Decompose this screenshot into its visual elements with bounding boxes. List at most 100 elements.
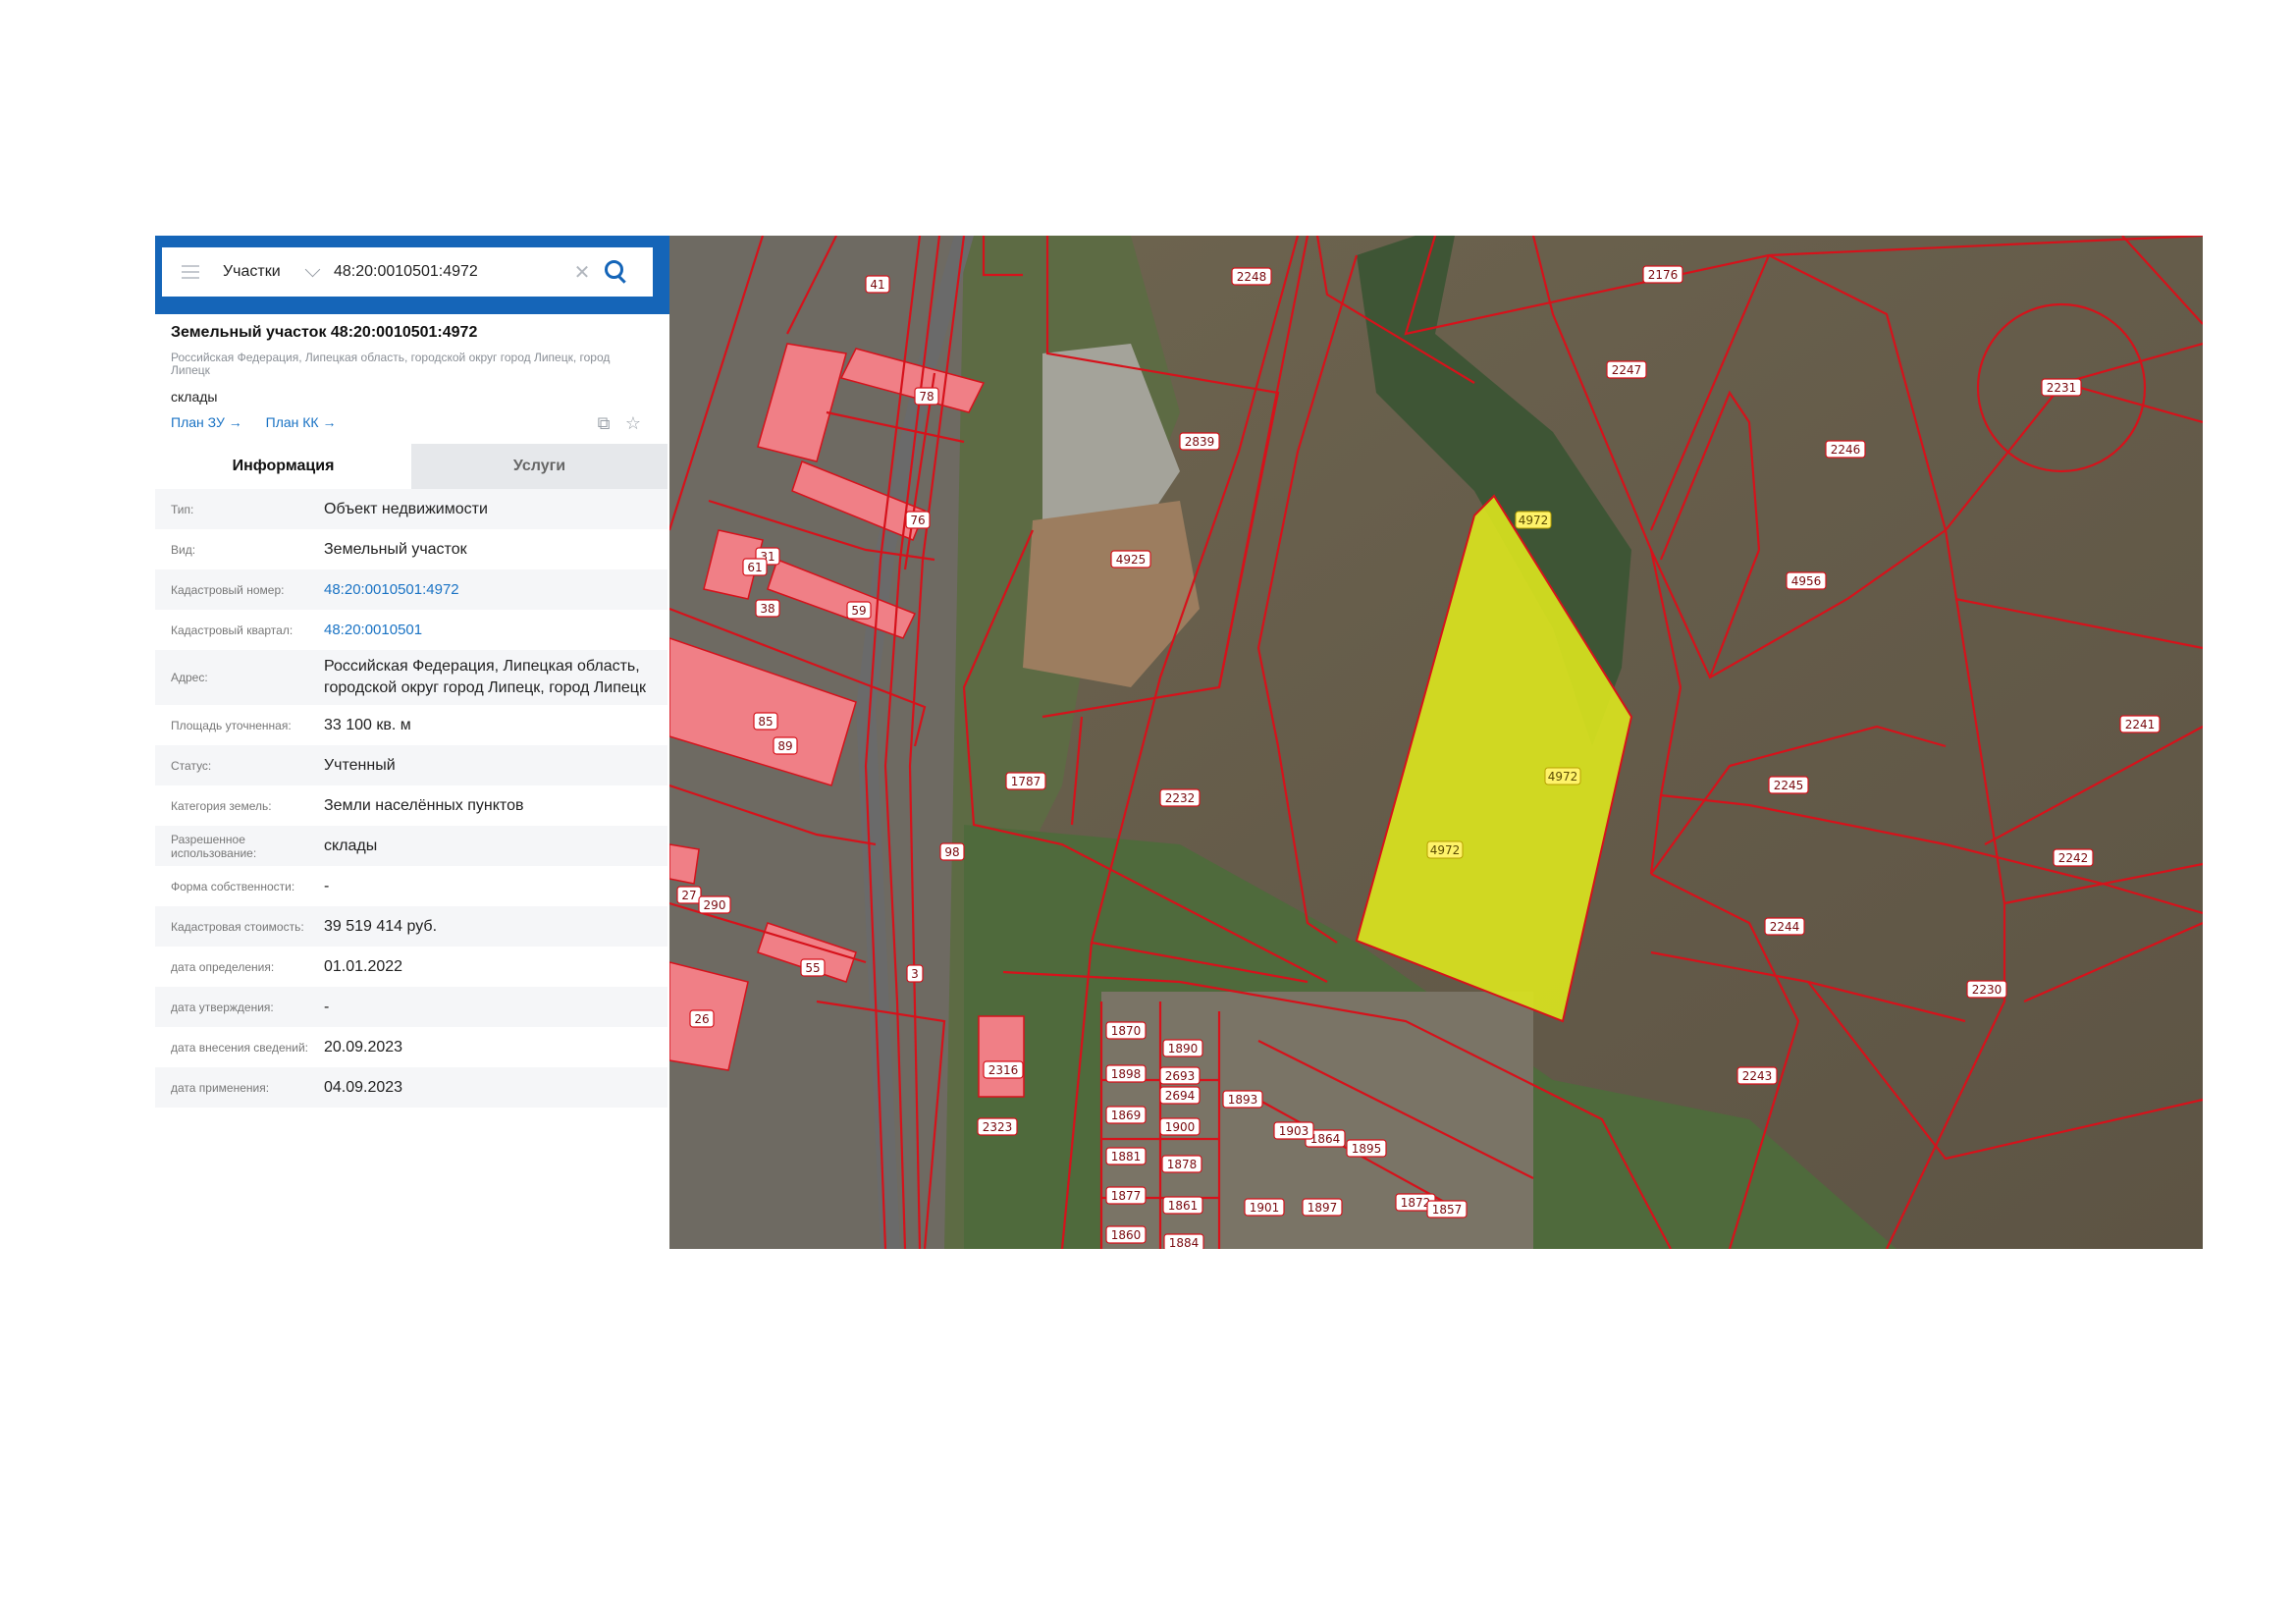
parcel-label: 76 [905, 511, 931, 529]
cadastral-map-app: Участки 48:20:0010501:4972 ✕ Земельный у… [155, 236, 2203, 1249]
info-label: Адрес: [171, 671, 208, 684]
purpose-text: склады [171, 389, 218, 405]
parcel-label: 61 [742, 558, 768, 576]
info-label: Форма собственности: [171, 879, 295, 893]
parcel-label-text: 1869 [1111, 1109, 1142, 1122]
tab-info[interactable]: Информация [155, 444, 411, 489]
parcel-label-text: 27 [681, 889, 696, 902]
parcel-label-text: 1897 [1308, 1201, 1338, 1215]
parcel-label-text: 1877 [1111, 1189, 1142, 1203]
parcel-label: 1869 [1105, 1106, 1147, 1124]
parcel-label-text: 38 [760, 602, 774, 616]
parcel-label-text: 4925 [1116, 553, 1147, 567]
info-row: дата утверждения: - [155, 987, 667, 1027]
info-label: дата определения: [171, 959, 275, 974]
search-box: Участки 48:20:0010501:4972 ✕ [162, 247, 653, 297]
parcel-label: 2244 [1764, 917, 1805, 936]
info-row: Кадастровая стоимость: 39 519 414 руб. [155, 906, 667, 947]
parcel-label-text: 2323 [983, 1120, 1013, 1134]
info-row: Площадь уточненная: 33 100 кв. м [155, 705, 667, 745]
parcel-label-text: 2245 [1774, 779, 1804, 792]
parcel-label-text: 1878 [1167, 1158, 1198, 1171]
parcel-label: 3 [906, 964, 924, 983]
parcel-label: 38 [755, 599, 780, 618]
parcel-label-text: 1861 [1168, 1199, 1199, 1213]
parcel-label: 59 [846, 601, 872, 620]
parcel-label-text: 2242 [2058, 851, 2089, 865]
map-view[interactable]: 2248 2176 2247 2231 2246 4956 2241 2245 2242 2244… [669, 236, 2203, 1249]
search-bar: Участки 48:20:0010501:4972 ✕ [155, 236, 687, 314]
info-row: Кадастровый номер: 48:20:0010501:4972 [155, 569, 667, 610]
parcel-label: 1901 [1244, 1198, 1285, 1217]
parcel-label-text: 1901 [1250, 1201, 1280, 1215]
search-icon[interactable] [601, 257, 630, 287]
parcel-label: 2241 [2119, 715, 2161, 733]
chevron-down-icon[interactable] [304, 261, 321, 277]
page-title: Земельный участок 48:20:0010501:4972 [171, 324, 478, 341]
parcel-label-text: 1890 [1168, 1042, 1199, 1056]
parcel-label-text: 55 [805, 961, 820, 975]
parcel-label-text: 1872 [1401, 1196, 1431, 1210]
parcel-label: 2242 [2053, 848, 2094, 867]
parcel-label-text: 1860 [1111, 1228, 1142, 1242]
parcel-label-text: 1881 [1111, 1150, 1142, 1164]
parcel-label-text: 1893 [1228, 1093, 1258, 1107]
parcel-label: 27 [676, 886, 702, 904]
info-row: дата определения: 01.01.2022 [155, 947, 667, 987]
parcel-label: 85 [753, 712, 778, 731]
category-select[interactable]: Участки [223, 263, 301, 281]
parcel-label-text: 1857 [1432, 1203, 1463, 1217]
parcel-label-text: 41 [870, 278, 884, 292]
parcel-label: 1903 [1273, 1121, 1314, 1140]
info-value: - [324, 998, 330, 1015]
plan-links: План ЗУ → План КК → [171, 414, 355, 430]
parcel-label-text: 78 [919, 390, 934, 404]
plan-kk-link[interactable]: План КК → [266, 414, 337, 430]
info-label: Площадь уточненная: [171, 718, 292, 732]
info-value[interactable]: 48:20:0010501:4972 [324, 579, 658, 601]
parcel-label: 2246 [1825, 440, 1866, 459]
info-value[interactable]: 48:20:0010501 [324, 620, 658, 641]
info-value: 39 519 414 руб. [324, 917, 438, 935]
parcel-label-text: 2231 [2047, 381, 2077, 395]
parcel-label: 89 [773, 736, 798, 755]
parcel-label: 2247 [1606, 360, 1647, 379]
info-label: дата утверждения: [171, 1000, 274, 1014]
parcel-label-text: 1787 [1011, 775, 1041, 788]
parcel-label: 1898 [1105, 1064, 1147, 1083]
map-canvas[interactable]: 2248 2176 2247 2231 2246 4956 2241 2245 2242 2244… [669, 236, 2203, 1249]
parcel-label: 1897 [1302, 1198, 1343, 1217]
parcel-label-text: 59 [851, 604, 866, 618]
info-value: 04.09.2023 [324, 1078, 403, 1096]
search-input[interactable]: 48:20:0010501:4972 [334, 263, 571, 281]
tab-services[interactable]: Услуги [411, 444, 667, 489]
parcel-label: 1860 [1105, 1225, 1147, 1244]
close-icon[interactable]: ✕ [571, 260, 593, 285]
menu-icon[interactable] [182, 265, 199, 279]
parcel-label-text: 2232 [1165, 791, 1196, 805]
info-value: - [324, 877, 330, 894]
parcel-label: 1900 [1159, 1117, 1201, 1136]
address-short: Российская Федерация, Липецкая область, … [171, 351, 611, 377]
star-icon[interactable]: ☆ [622, 412, 644, 434]
zoom-to-icon[interactable]: ⧉ [593, 412, 614, 434]
selected-parcel-label: 4972 [1544, 767, 1581, 785]
parcel-label-text: 76 [910, 514, 925, 527]
plan-zu-link[interactable]: План ЗУ → [171, 414, 242, 430]
selected-parcel-label-text: 4972 [1519, 514, 1549, 527]
parcel-label: 1870 [1105, 1021, 1147, 1040]
parcel-label-text: 2241 [2125, 718, 2156, 731]
parcel-label: 26 [689, 1009, 715, 1028]
parcel-label: 2243 [1736, 1066, 1778, 1085]
info-label: Тип: [171, 502, 194, 516]
parcel-label: 41 [865, 275, 890, 294]
info-row: Категория земель: Земли населённых пункто… [155, 785, 667, 826]
building [978, 1015, 1025, 1098]
info-row: Статус: Учтенный [155, 745, 667, 785]
parcel-label: 2316 [983, 1060, 1024, 1079]
info-row: Форма собственности: - [155, 866, 667, 906]
tabs: Информация Услуги [155, 444, 667, 489]
parcel-label-text: 2176 [1648, 268, 1679, 282]
parcel-label-text: 2316 [988, 1063, 1019, 1077]
selected-parcel-label-text: 4972 [1430, 843, 1461, 857]
